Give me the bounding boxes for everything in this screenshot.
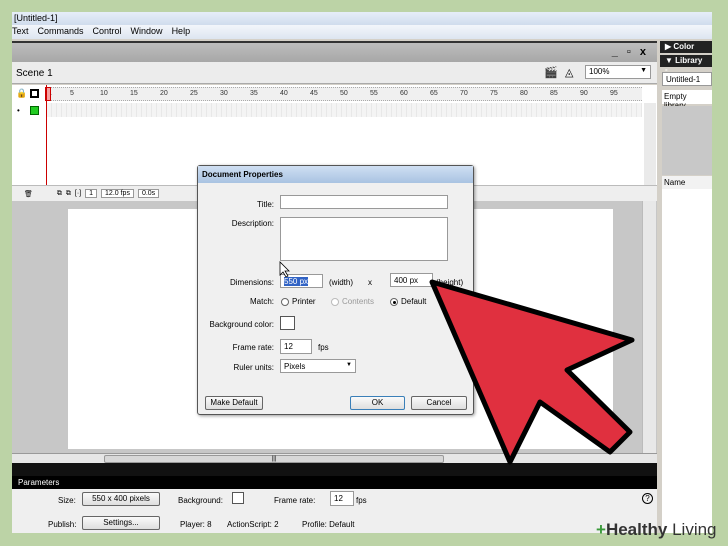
watermark-light: Living — [672, 520, 717, 539]
watermark-bold: Healthy — [605, 520, 668, 539]
healthy-living-watermark: +Healthy Living — [596, 520, 717, 540]
arrow-pointer-icon — [429, 279, 635, 465]
red-arrow-annotation — [279, 261, 635, 465]
mouse-cursor-icon — [279, 261, 290, 278]
plus-icon: + — [596, 520, 606, 539]
